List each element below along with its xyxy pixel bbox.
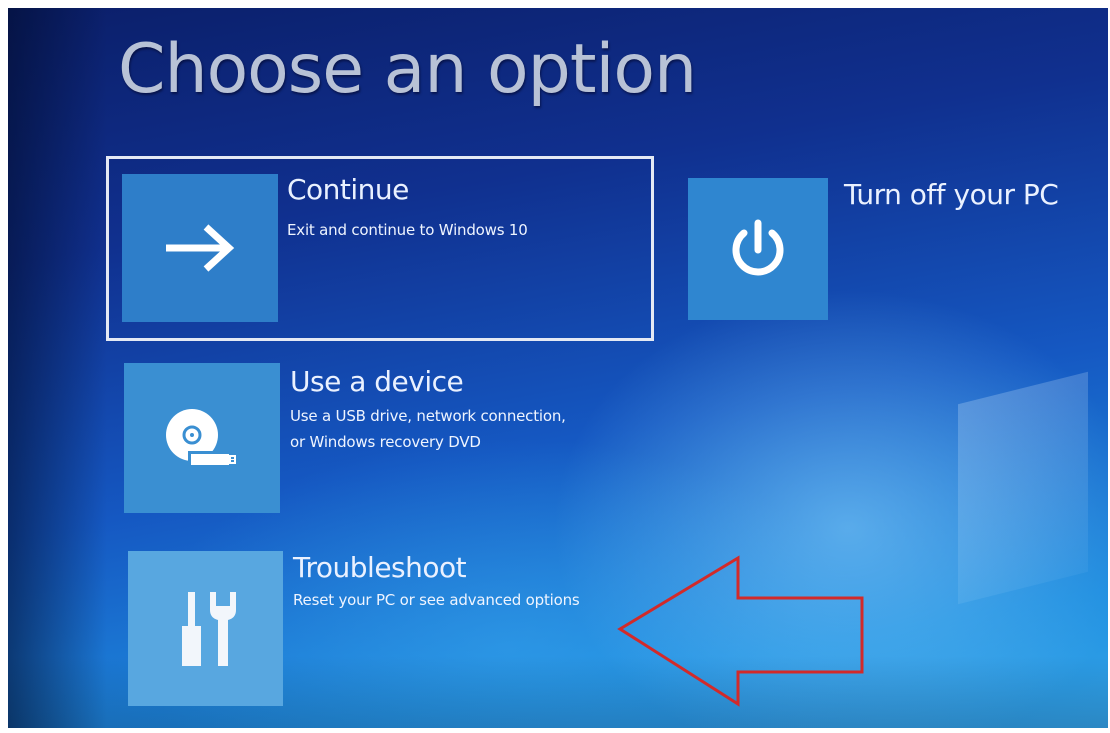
turn-off-tile[interactable] <box>688 178 828 320</box>
use-device-description: Use a USB drive, network connection, or … <box>290 403 566 455</box>
troubleshoot-description-text: Reset your PC or see advanced options <box>293 591 580 609</box>
red-outline-arrow-left-icon <box>617 555 864 707</box>
use-device-option[interactable]: Use a device Use a USB drive, network co… <box>124 363 644 513</box>
troubleshoot-option[interactable]: Troubleshoot Reset your PC or see advanc… <box>128 551 648 711</box>
use-device-description-line: Use a USB drive, network connection, <box>290 407 566 425</box>
continue-tile[interactable] <box>122 174 278 322</box>
tools-icon <box>181 591 236 666</box>
use-device-title: Use a device <box>290 365 464 398</box>
page-title: Choose an option <box>118 30 697 109</box>
power-icon <box>732 219 784 276</box>
use-device-description-line: or Windows recovery DVD <box>290 433 481 451</box>
turn-off-option[interactable]: Turn off your PC <box>688 178 1088 328</box>
continue-title: Continue <box>287 173 409 206</box>
troubleshoot-title: Troubleshoot <box>293 551 467 584</box>
arrow-right-icon <box>166 224 235 272</box>
screen-glare <box>958 371 1088 605</box>
recovery-screen: Choose an option Continue Exit and conti… <box>8 8 1108 728</box>
troubleshoot-tile[interactable] <box>128 551 283 706</box>
continue-option[interactable]: Continue Exit and continue to Windows 10 <box>106 156 654 341</box>
disc-usb-icon <box>166 409 236 467</box>
turn-off-title: Turn off your PC <box>844 178 1059 211</box>
troubleshoot-description: Reset your PC or see advanced options <box>293 587 580 613</box>
use-device-tile[interactable] <box>124 363 280 513</box>
continue-description: Exit and continue to Windows 10 <box>287 217 528 243</box>
continue-description-text: Exit and continue to Windows 10 <box>287 221 528 239</box>
